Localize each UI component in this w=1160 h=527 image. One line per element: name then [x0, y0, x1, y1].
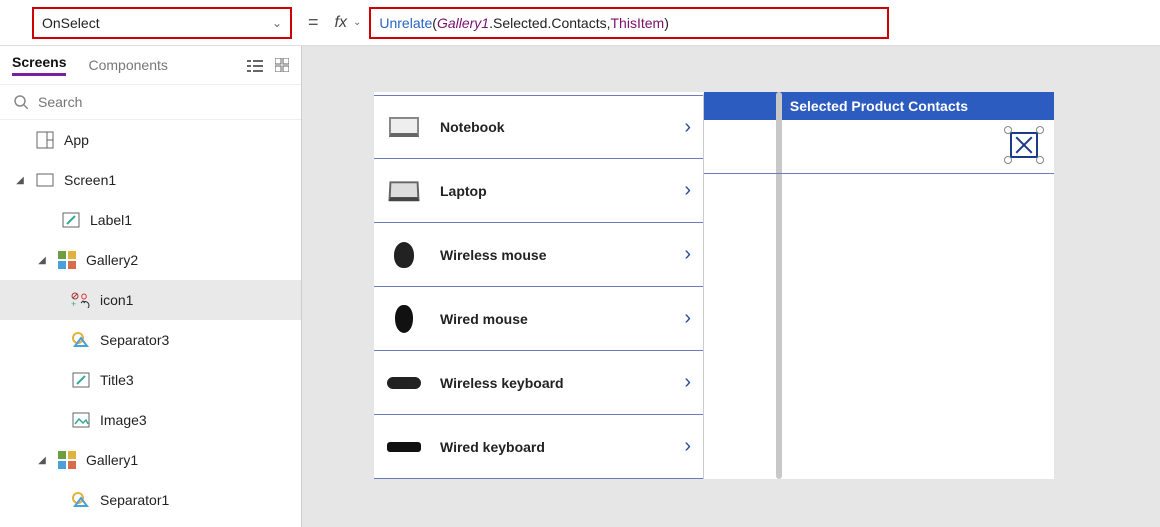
fx-icon: fx	[335, 14, 347, 32]
tree: App ◢ Screen1 Label1 ◢ Gallery2	[0, 120, 301, 527]
tree-separator3[interactable]: Separator3	[0, 320, 301, 360]
tree-label1[interactable]: Label1	[0, 200, 301, 240]
product-name: Wired mouse	[440, 311, 666, 327]
product-name: Wireless keyboard	[440, 375, 666, 391]
product-item[interactable]: Wired mouse ›	[374, 287, 703, 351]
chevron-down-icon: ⌄	[353, 17, 361, 28]
tree-label: Gallery2	[86, 252, 138, 268]
product-thumb	[386, 241, 422, 269]
product-thumb	[386, 369, 422, 397]
screen-icon	[34, 173, 56, 187]
product-thumb	[386, 113, 422, 141]
panel-tabs: Screens Components	[0, 46, 301, 84]
grid-view-icon[interactable]	[275, 58, 289, 72]
chevron-right-icon[interactable]: ›	[684, 371, 691, 394]
search-icon	[14, 95, 28, 109]
tree-label: Separator3	[100, 332, 169, 348]
tree-label: Separator1	[100, 492, 169, 508]
svg-text:+: +	[71, 299, 76, 308]
product-item[interactable]: Laptop ›	[374, 159, 703, 223]
tree-gallery2[interactable]: ◢ Gallery2	[0, 240, 301, 280]
product-thumb	[386, 177, 422, 205]
product-item[interactable]: Wired keyboard ›	[374, 415, 703, 479]
canvas[interactable]: Notebook › Laptop › Wireless mouse ›	[302, 46, 1160, 527]
tree-label: Title3	[100, 372, 134, 388]
collapse-icon[interactable]: ◢	[36, 455, 48, 466]
product-name: Laptop	[440, 183, 666, 199]
tree-title3[interactable]: Title3	[0, 360, 301, 400]
tree-app[interactable]: App	[0, 120, 301, 160]
collapse-icon[interactable]: ◢	[14, 175, 26, 186]
tree-label: App	[64, 132, 89, 148]
collapse-icon[interactable]: ◢	[36, 255, 48, 266]
product-item[interactable]: Wireless keyboard ›	[374, 351, 703, 415]
tree-label: Image3	[100, 412, 147, 428]
equals-label: =	[308, 12, 319, 33]
selection-handles[interactable]	[1004, 126, 1044, 164]
app-icon	[34, 131, 56, 149]
tree-label: Screen1	[64, 172, 116, 188]
separator-icon	[70, 492, 92, 508]
contact-item[interactable]	[704, 120, 1054, 174]
product-name: Wireless mouse	[440, 247, 666, 263]
chevron-down-icon: ⌄	[272, 16, 282, 30]
close-icon[interactable]	[1012, 134, 1036, 156]
chevron-right-icon[interactable]: ›	[684, 307, 691, 330]
formula-input[interactable]: Unrelate ( Gallery1 .Selected.Contacts, …	[369, 7, 889, 39]
product-name: Notebook	[440, 119, 666, 135]
product-gallery[interactable]: Notebook › Laptop › Wireless mouse ›	[374, 92, 704, 479]
property-name: OnSelect	[42, 15, 272, 31]
contacts-header: Selected Product Contacts	[704, 92, 1054, 120]
product-name: Wired keyboard	[440, 439, 666, 455]
product-thumb	[386, 305, 422, 333]
tree-view-icon[interactable]	[247, 58, 263, 72]
formula-bar: OnSelect ⌄ = fx ⌄ Unrelate ( Gallery1 .S…	[0, 0, 1160, 46]
tree-label: Gallery1	[86, 452, 138, 468]
search-input[interactable]	[38, 94, 287, 110]
search-row	[0, 84, 301, 120]
chevron-right-icon[interactable]: ›	[684, 435, 691, 458]
chevron-right-icon[interactable]: ›	[684, 179, 691, 202]
chevron-right-icon[interactable]: ›	[684, 243, 691, 266]
product-item[interactable]: Wireless mouse ›	[374, 223, 703, 287]
icon-control-icon: +	[70, 292, 92, 308]
tree-label: Label1	[90, 212, 132, 228]
label-icon	[60, 212, 82, 228]
product-thumb	[386, 433, 422, 461]
tree-screen1[interactable]: ◢ Screen1	[0, 160, 301, 200]
product-item[interactable]: Notebook ›	[374, 95, 703, 159]
contacts-pane: Selected Product Contacts	[704, 92, 1054, 479]
tab-components[interactable]: Components	[88, 57, 167, 73]
tree-label: icon1	[100, 292, 133, 308]
label-icon	[70, 372, 92, 388]
tree-gallery1[interactable]: ◢ Gallery1	[0, 440, 301, 480]
tree-image3[interactable]: Image3	[0, 400, 301, 440]
gallery-icon	[56, 451, 78, 469]
tree-icon1[interactable]: + icon1	[0, 280, 301, 320]
property-selector[interactable]: OnSelect ⌄	[32, 7, 292, 39]
fx-toggle[interactable]: fx ⌄	[335, 14, 362, 32]
gallery-icon	[56, 251, 78, 269]
tree-panel: Screens Components	[0, 46, 302, 527]
separator-icon	[70, 332, 92, 348]
chevron-right-icon[interactable]: ›	[684, 116, 691, 139]
app-preview: Notebook › Laptop › Wireless mouse ›	[374, 92, 1054, 479]
tree-separator1[interactable]: Separator1	[0, 480, 301, 520]
tab-screens[interactable]: Screens	[12, 54, 66, 76]
image-icon	[70, 412, 92, 428]
